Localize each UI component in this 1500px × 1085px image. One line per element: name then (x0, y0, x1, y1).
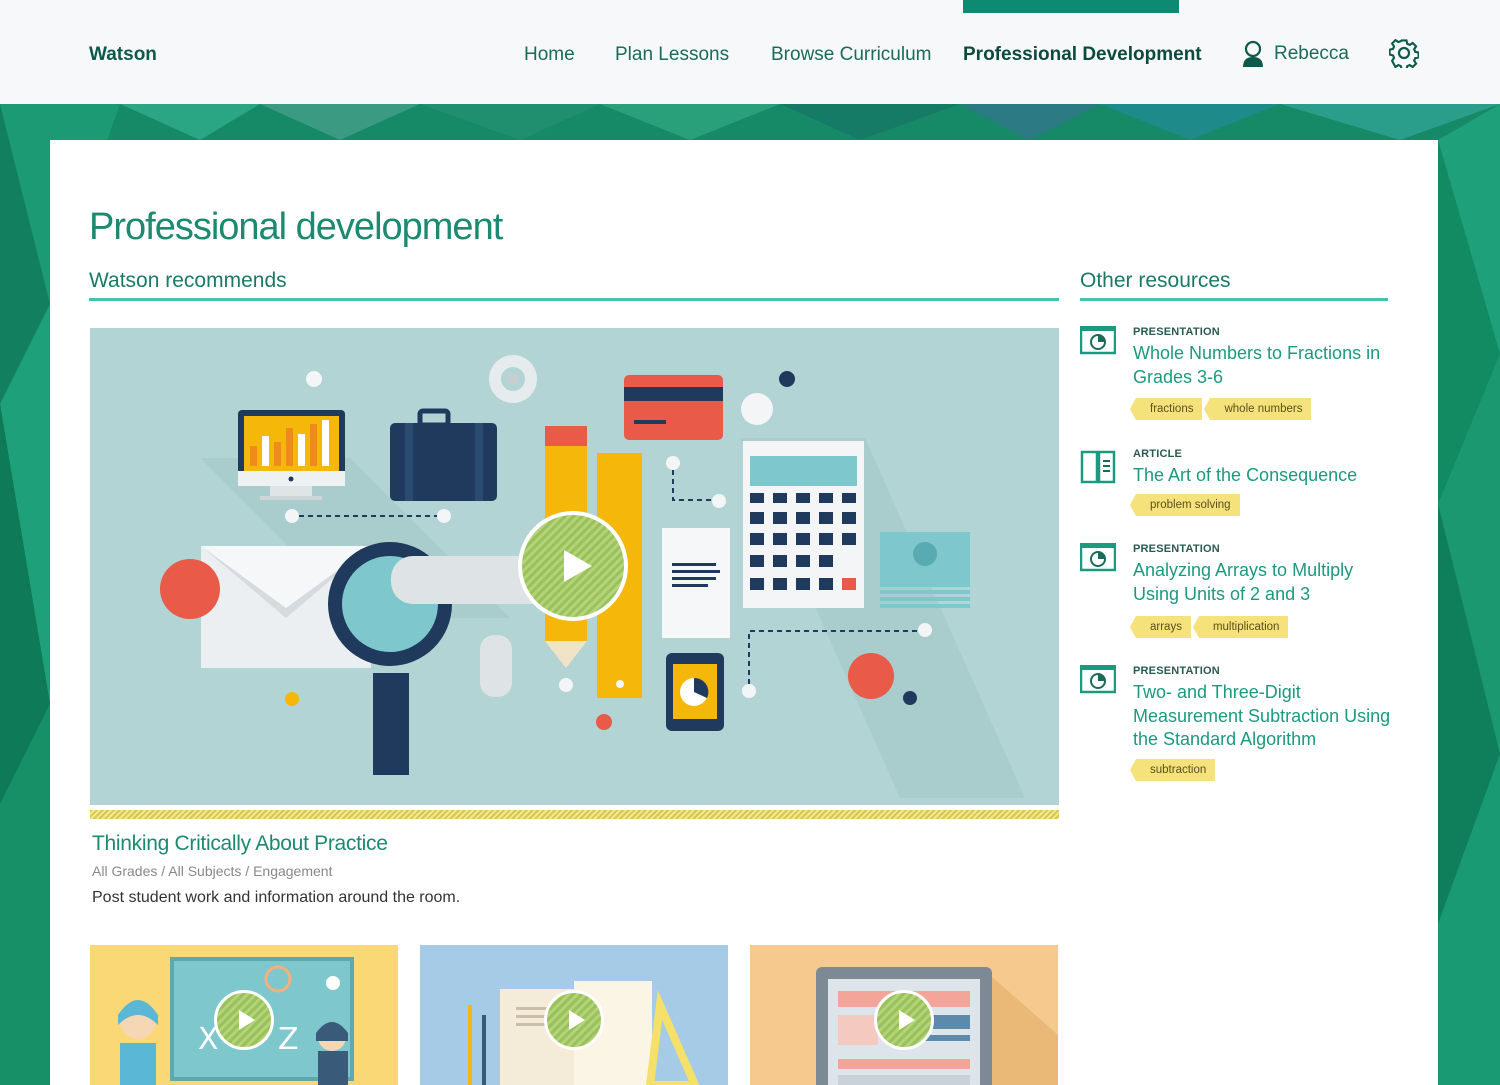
svg-text:Z: Z (278, 1022, 299, 1057)
brand-logo[interactable]: Watson (89, 44, 157, 66)
featured-description: Post student work and information around… (92, 889, 461, 906)
nav-plan-lessons[interactable]: Plan Lessons (615, 44, 729, 66)
recommends-divider (89, 298, 1059, 301)
top-navigation-bar: Watson Home Plan Lessons Browse Curricul… (0, 0, 1500, 104)
play-button-1[interactable] (214, 990, 274, 1050)
resource-type: ARTICLE (1133, 448, 1183, 460)
video-thumbnail-1[interactable]: X Z (90, 945, 398, 1085)
resource-type: PRESENTATION (1133, 326, 1220, 338)
tag-arrays[interactable]: arrays (1130, 616, 1191, 638)
watson-recommends-heading: Watson recommends (89, 269, 287, 292)
tag-subtraction[interactable]: subtraction (1129, 759, 1216, 781)
featured-meta: All Grades / All Subjects / Engagement (92, 863, 333, 879)
featured-video-thumbnail[interactable] (90, 328, 1059, 805)
resource-title[interactable]: Whole Numbers to Fractions in Grades 3-6 (1133, 342, 1398, 389)
play-icon (899, 1010, 915, 1030)
resource-type: PRESENTATION (1133, 665, 1220, 677)
resource-title[interactable]: The Art of the Consequence (1133, 464, 1398, 488)
presentation-icon (1080, 326, 1116, 355)
active-nav-indicator (963, 0, 1179, 13)
featured-play-button[interactable] (518, 511, 628, 621)
user-icon (1243, 40, 1263, 67)
video-thumbnail-3[interactable] (750, 945, 1058, 1085)
tag-whole-numbers[interactable]: whole numbers (1204, 398, 1312, 420)
tag-fractions[interactable]: fractions (1129, 398, 1203, 420)
other-resources-divider (1080, 298, 1388, 301)
presentation-icon (1080, 665, 1116, 694)
page-title: Professional development (89, 206, 503, 248)
user-name: Rebecca (1274, 43, 1349, 64)
nav-home[interactable]: Home (524, 44, 575, 66)
play-icon (239, 1010, 255, 1030)
nav-professional-development[interactable]: Professional Development (963, 44, 1202, 66)
nav-browse-curriculum[interactable]: Browse Curriculum (771, 44, 931, 66)
article-icon (1080, 450, 1116, 484)
tag-problem-solving[interactable]: problem solving (1130, 494, 1240, 516)
settings-gear-icon[interactable] (1389, 38, 1419, 68)
resource-title[interactable]: Two- and Three-Digit Measurement Subtrac… (1133, 681, 1398, 752)
presentation-icon (1080, 543, 1116, 572)
play-button-3[interactable] (874, 990, 934, 1050)
other-resources-heading: Other resources (1080, 269, 1231, 292)
video-thumbnail-2[interactable] (420, 945, 728, 1085)
featured-title[interactable]: Thinking Critically About Practice (92, 832, 388, 856)
play-icon (564, 550, 592, 582)
user-menu[interactable]: Rebecca (1242, 40, 1349, 68)
play-button-2[interactable] (544, 990, 604, 1050)
tag-multiplication[interactable]: multiplication (1192, 616, 1289, 638)
resource-title[interactable]: Analyzing Arrays to Multiply Using Units… (1133, 559, 1398, 606)
play-icon (569, 1010, 585, 1030)
main-content-card: Professional development Watson recommen… (50, 140, 1438, 1085)
resource-type: PRESENTATION (1133, 543, 1220, 555)
featured-stripe (90, 810, 1059, 819)
